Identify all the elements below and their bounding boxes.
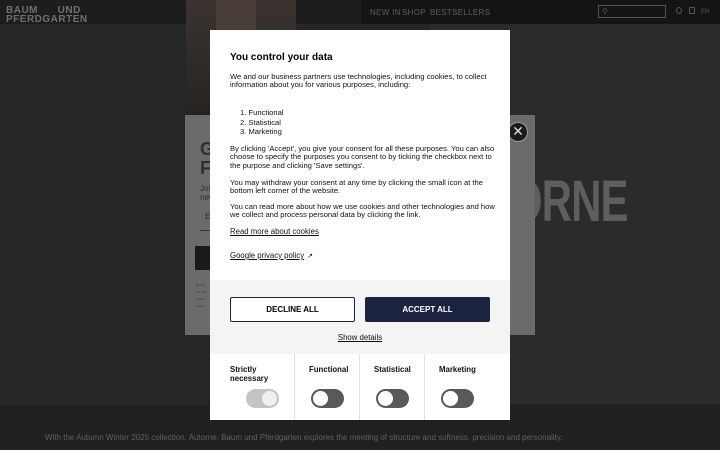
purpose-item: 3. Marketing [240, 127, 282, 137]
cookie-consent-modal: You control your data We and our busines… [210, 30, 510, 420]
read-more-cookies-link[interactable]: Read more about cookies [230, 227, 319, 236]
nav-shop[interactable]: SHOP [402, 8, 426, 17]
show-details-link[interactable]: Show details [210, 333, 510, 342]
category-statistical: Statistical [360, 354, 425, 420]
decline-all-button[interactable]: DECLINE ALL [230, 297, 355, 322]
read-more-paragraph: You can read more about how we use cooki… [230, 202, 495, 220]
consent-paragraph: By clicking 'Accept', you give your cons… [230, 144, 495, 170]
functional-toggle[interactable] [311, 389, 344, 408]
purpose-item: 2. Statistical [240, 117, 281, 127]
category-marketing: Marketing [425, 354, 510, 420]
account-icon[interactable] [676, 7, 682, 14]
purpose-item: 1. Functional [240, 108, 284, 117]
category-functional: Functional [295, 354, 360, 420]
modal-intro: We and our business partners use technol… [230, 72, 487, 90]
category-label: Statistical [374, 365, 411, 374]
modal-title: You control your data [230, 52, 333, 63]
language-selector[interactable]: EN [701, 9, 709, 15]
statistical-toggle[interactable] [376, 389, 409, 408]
category-strictly-necessary: Strictly necessary [210, 354, 295, 420]
accept-all-button[interactable]: ACCEPT ALL [365, 297, 490, 322]
google-privacy-link[interactable]: Google privacy policy ↗ [230, 251, 313, 260]
category-label: Functional [309, 365, 349, 374]
newsletter-field-underline [200, 230, 210, 231]
newsletter-submit-button[interactable] [195, 246, 211, 270]
withdraw-paragraph: You may withdraw your consent at any tim… [230, 178, 483, 196]
consent-categories: Strictly necessary Functional Statistica… [210, 354, 510, 420]
brand-logo[interactable]: BAUM UND PFERDGARTEN [6, 6, 88, 25]
hero-caption: With the Autumn Winter 2025 collection, … [45, 433, 563, 442]
strictly-necessary-toggle [246, 389, 279, 408]
nav-bestsellers[interactable]: BESTSELLERS [430, 8, 490, 17]
external-link-icon: ↗ [307, 253, 313, 260]
close-icon[interactable]: ✕ [508, 122, 528, 142]
category-label: Strictly necessary [230, 365, 269, 383]
marketing-toggle[interactable] [441, 389, 474, 408]
newsletter-legal-text: By sig... informa... emails... reguir... [196, 283, 209, 308]
category-label: Marketing [439, 365, 476, 374]
search-icon: ⚲ [602, 7, 608, 16]
bag-icon[interactable] [689, 7, 695, 14]
purpose-list: 1. Functional 2. Statistical 3. Marketin… [240, 108, 284, 137]
nav-new-in[interactable]: NEW IN [370, 8, 401, 17]
search-input[interactable]: ⚲ [598, 5, 666, 18]
